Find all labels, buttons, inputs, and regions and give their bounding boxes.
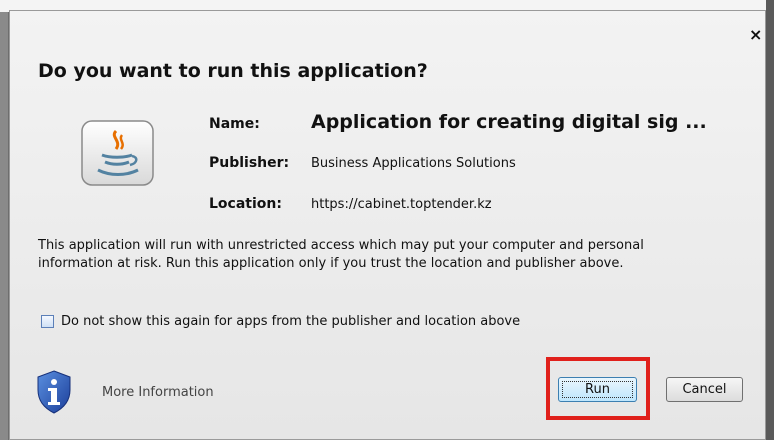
run-button[interactable]: Run bbox=[558, 377, 637, 402]
warning-text: This application will run with unrestric… bbox=[38, 237, 738, 273]
name-label: Name: bbox=[209, 116, 260, 132]
location-label: Location: bbox=[209, 196, 282, 212]
close-icon[interactable]: × bbox=[749, 27, 762, 43]
focus-ring bbox=[562, 381, 633, 398]
more-information-link[interactable]: More Information bbox=[102, 385, 214, 400]
dialog-title: Do you want to run this application? bbox=[38, 60, 428, 82]
publisher-label: Publisher: bbox=[209, 155, 290, 171]
name-value: Application for creating digital sig ... bbox=[311, 111, 707, 133]
background-window-right bbox=[766, 0, 774, 440]
cancel-button-label: Cancel bbox=[682, 382, 727, 397]
dont-show-again-label[interactable]: Do not show this again for apps from the… bbox=[61, 314, 520, 329]
java-icon bbox=[81, 120, 154, 186]
warning-line-2: information at risk. Run this applicatio… bbox=[38, 256, 624, 271]
location-value: https://cabinet.toptender.kz bbox=[311, 197, 492, 212]
publisher-value: Business Applications Solutions bbox=[311, 156, 516, 171]
background-window-edge bbox=[0, 0, 8, 440]
warning-line-1: This application will run with unrestric… bbox=[38, 238, 644, 253]
dont-show-again-checkbox[interactable] bbox=[41, 315, 54, 328]
cancel-button[interactable]: Cancel bbox=[666, 377, 743, 402]
shield-info-icon bbox=[37, 370, 71, 414]
